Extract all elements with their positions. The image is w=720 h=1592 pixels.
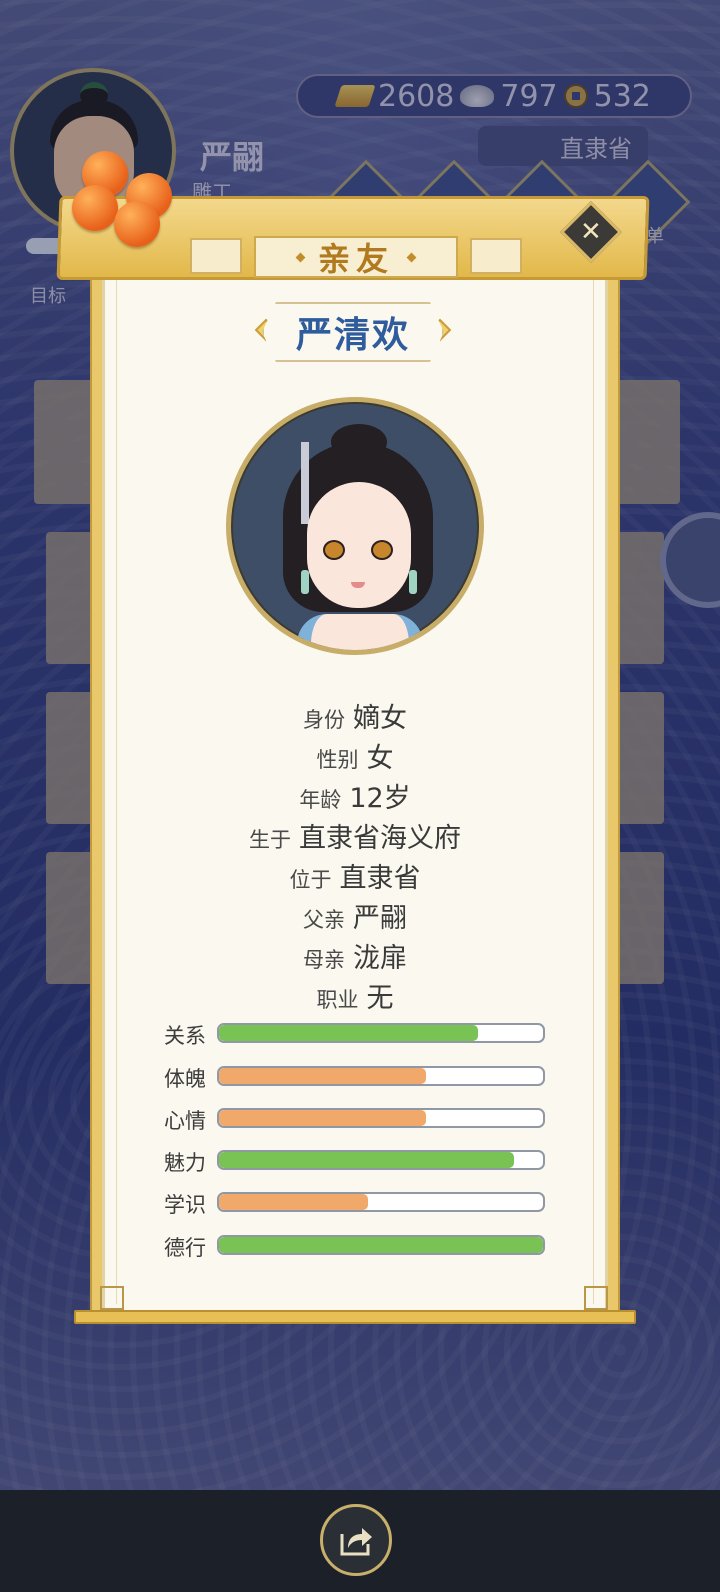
info-key: 位于 xyxy=(289,868,332,892)
stat-label-virtue: 德行 xyxy=(164,1236,206,1260)
stat-label-relationship: 关系 xyxy=(164,1024,206,1048)
close-icon: ✕ xyxy=(580,216,602,247)
corner-ornament xyxy=(100,1286,124,1310)
info-row-occupation: 职业无 xyxy=(102,976,608,1015)
stat-label-charm: 魅力 xyxy=(164,1151,206,1175)
info-value: 无 xyxy=(366,983,394,1014)
info-value: 嫡女 xyxy=(353,703,407,734)
info-key: 年龄 xyxy=(299,788,342,812)
info-value: 直隶省 xyxy=(339,863,421,894)
stat-fill xyxy=(219,1068,427,1084)
stat-fill xyxy=(219,1194,369,1210)
dialog-title-tab: 亲友 xyxy=(254,236,458,278)
stat-fill xyxy=(219,1152,514,1168)
info-row-mother: 母亲 泷扉 xyxy=(102,936,608,975)
stat-label-mood: 心情 xyxy=(164,1109,206,1133)
info-value: 泷扉 xyxy=(353,943,407,974)
info-key: 身份 xyxy=(303,708,345,732)
info-key: 生于 xyxy=(249,828,291,852)
info-row-gender: 性别女 xyxy=(102,736,608,775)
stat-bar-charm xyxy=(217,1150,545,1170)
info-value: 严翤 xyxy=(353,903,407,934)
info-key: 职业 xyxy=(316,988,359,1012)
share-icon xyxy=(340,1528,372,1556)
info-row-father: 父亲 严翤 xyxy=(102,896,608,935)
stat-label-physique: 体魄 xyxy=(164,1067,206,1091)
title-dot xyxy=(406,252,417,262)
info-row-location: 位于 直隶省 xyxy=(102,856,608,895)
oranges-decoration xyxy=(60,145,180,247)
stat-fill xyxy=(219,1110,427,1126)
stat-fill xyxy=(219,1237,543,1253)
info-value: 12岁 xyxy=(349,783,411,814)
info-key: 母亲 xyxy=(303,948,345,972)
info-value: 女 xyxy=(366,743,394,774)
scroll-bottom-rod xyxy=(74,1310,636,1324)
stat-bar-mood xyxy=(217,1108,545,1128)
title-dot xyxy=(295,252,306,262)
info-key: 父亲 xyxy=(303,908,345,932)
info-key: 性别 xyxy=(316,748,359,772)
person-avatar xyxy=(226,397,484,655)
info-value: 直隶省海义府 xyxy=(299,823,461,854)
dialog-title: 亲友 xyxy=(317,240,394,278)
share-button[interactable] xyxy=(320,1504,392,1576)
corner-ornament xyxy=(584,1286,608,1310)
stat-bar-knowledge xyxy=(217,1192,545,1212)
stat-bar-virtue xyxy=(217,1235,545,1255)
info-row-age: 年龄 12岁 xyxy=(102,776,608,815)
stat-bar-physique xyxy=(217,1066,545,1086)
stat-label-knowledge: 学识 xyxy=(164,1193,206,1217)
stat-bar-relationship xyxy=(217,1023,545,1043)
info-row-birthplace: 生于 直隶省海义府 xyxy=(102,816,608,855)
header-panel xyxy=(190,238,242,274)
person-name: 严清欢 xyxy=(262,302,444,362)
stat-fill xyxy=(219,1025,479,1041)
header-panel xyxy=(470,238,522,274)
info-row-identity: 身份 嫡女 xyxy=(102,696,608,735)
